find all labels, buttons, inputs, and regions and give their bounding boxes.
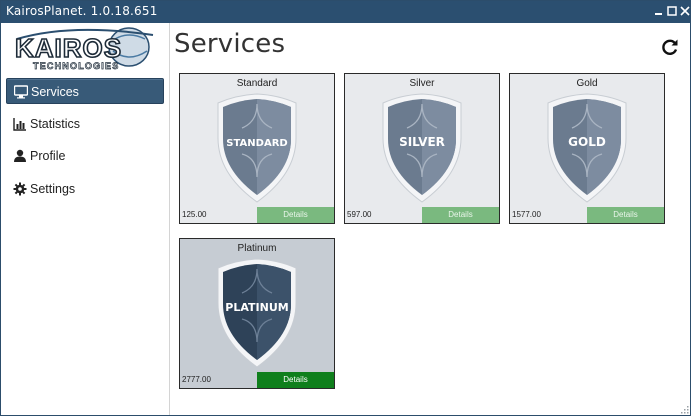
sidebar-item-settings[interactable]: Settings xyxy=(6,176,164,202)
service-card-standard[interactable]: Standard STANDARD 125.00 Details xyxy=(179,73,335,224)
sidebar: KAIROS TECHNOLOGIES Services Statistics xyxy=(1,23,170,415)
service-price: 1577.00 xyxy=(512,210,541,219)
sidebar-item-label: Services xyxy=(31,85,79,99)
card-title: Gold xyxy=(576,78,598,89)
svg-text:PLATINUM: PLATINUM xyxy=(225,301,288,314)
card-title: Standard xyxy=(236,78,278,89)
maximize-icon xyxy=(667,6,677,16)
svg-text:TECHNOLOGIES: TECHNOLOGIES xyxy=(33,61,119,71)
details-button[interactable]: Details xyxy=(257,372,334,388)
sidebar-item-label: Statistics xyxy=(30,117,81,131)
details-button[interactable]: Details xyxy=(422,207,499,223)
gear-icon xyxy=(13,182,27,196)
service-card-gold[interactable]: Gold GOLD 1577.00 Details xyxy=(509,73,665,224)
service-card-platinum[interactable]: Platinum PLATINUM 2777.00 Details xyxy=(179,238,335,389)
details-button[interactable]: Details xyxy=(587,207,664,223)
user-icon xyxy=(14,149,26,162)
close-icon xyxy=(680,6,690,16)
maximize-button[interactable] xyxy=(665,4,679,18)
bar-chart-icon xyxy=(13,118,26,131)
sidebar-item-label: Settings xyxy=(30,182,76,196)
page-title: Services xyxy=(174,29,286,59)
close-button[interactable] xyxy=(678,4,690,18)
sidebar-item-label: Profile xyxy=(30,149,66,163)
resize-grip-icon[interactable] xyxy=(679,404,689,414)
card-title: Platinum xyxy=(237,243,277,254)
main-content: Services Standard STANDARD 125.00 Detail… xyxy=(170,23,690,415)
card-title: Silver xyxy=(409,78,435,89)
window-title: KairosPlanet. 1.0.18.651 xyxy=(6,4,158,18)
svg-text:SILVER: SILVER xyxy=(399,135,445,149)
svg-text:GOLD: GOLD xyxy=(568,135,606,149)
shield-icon: STANDARD xyxy=(217,93,297,203)
details-button[interactable]: Details xyxy=(257,207,334,223)
sidebar-item-services[interactable]: Services xyxy=(6,78,164,104)
minimize-icon xyxy=(655,13,662,15)
service-price: 125.00 xyxy=(182,210,207,219)
refresh-icon[interactable] xyxy=(660,37,680,57)
shield-icon: SILVER xyxy=(382,93,462,203)
shield-icon: GOLD xyxy=(547,93,627,203)
sidebar-item-statistics[interactable]: Statistics xyxy=(6,111,164,137)
app-window: KairosPlanet. 1.0.18.651 KAIROS TECHNOLO… xyxy=(0,0,691,416)
service-price: 597.00 xyxy=(347,210,372,219)
sidebar-item-profile[interactable]: Profile xyxy=(6,143,164,169)
monitor-icon xyxy=(14,85,28,99)
shield-icon: PLATINUM xyxy=(217,258,297,368)
title-bar[interactable]: KairosPlanet. 1.0.18.651 xyxy=(1,1,690,23)
svg-text:STANDARD: STANDARD xyxy=(226,138,287,149)
minimize-button[interactable] xyxy=(652,4,666,18)
service-price: 2777.00 xyxy=(182,375,211,384)
service-card-silver[interactable]: Silver SILVER 597.00 Details xyxy=(344,73,500,224)
svg-text:KAIROS: KAIROS xyxy=(15,33,122,63)
kairos-logo: KAIROS TECHNOLOGIES xyxy=(11,25,159,73)
